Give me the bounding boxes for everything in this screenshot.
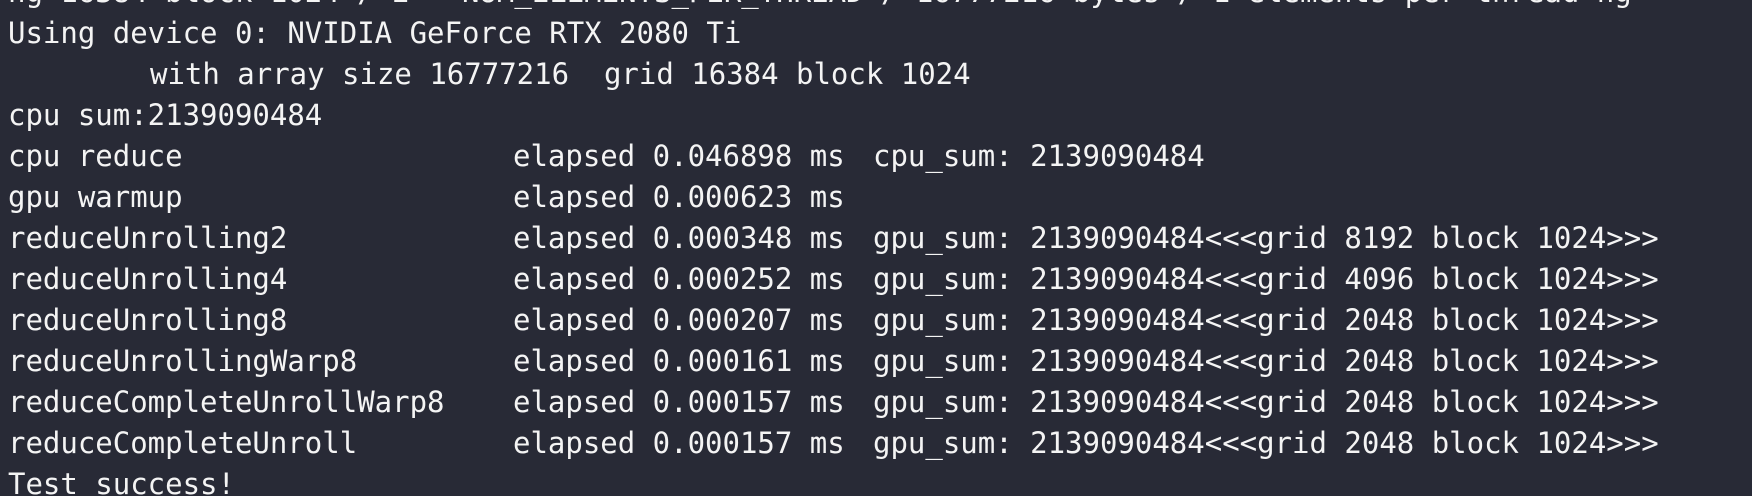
result-row-reduce-unrolling-2: reduceUnrolling2 elapsed 0.000348 ms gpu_s… bbox=[8, 218, 1659, 259]
result-row-reduce-unrolling-8: reduceUnrolling8 elapsed 0.000207 ms gpu_s… bbox=[8, 300, 1659, 341]
result-sum: gpu_sum: 2139090484<<<grid 2048 block 10… bbox=[873, 426, 1659, 460]
result-row-reduce-complete-unroll-warp-8: reduceCompleteUnrollWarp8 elapsed 0.00015… bbox=[8, 382, 1659, 423]
result-elapsed: elapsed 0.000157 ms bbox=[513, 385, 845, 419]
array-size-text: with array size 16777216 grid 16384 bloc… bbox=[150, 57, 971, 91]
result-name: gpu warmup bbox=[8, 180, 183, 214]
result-sum: gpu_sum: 2139090484<<<grid 2048 block 10… bbox=[873, 344, 1659, 378]
result-name: reduceUnrolling8 bbox=[8, 303, 288, 337]
result-name: reduceCompleteUnrollWarp8 bbox=[8, 385, 445, 419]
result-row-gpu-warmup: gpu warmup elapsed 0.000623 ms bbox=[8, 177, 1659, 218]
result-elapsed: elapsed 0.000157 ms bbox=[513, 426, 845, 460]
result-name: reduceUnrolling4 bbox=[8, 262, 288, 296]
result-elapsed: elapsed 0.000623 ms bbox=[513, 180, 845, 214]
test-success-line: Test success! bbox=[8, 467, 235, 496]
result-row-cpu-reduce: cpu reduce elapsed 0.046898 ms cpu_sum: 21… bbox=[8, 136, 1659, 177]
cpu-sum-line: cpu sum:2139090484 bbox=[8, 98, 323, 132]
result-name: reduceCompleteUnroll bbox=[8, 426, 358, 460]
result-elapsed: elapsed 0.000161 ms bbox=[513, 344, 845, 378]
result-sum: gpu_sum: 2139090484<<<grid 8192 block 10… bbox=[873, 221, 1659, 255]
result-name: reduceUnrolling2 bbox=[8, 221, 288, 255]
result-elapsed: elapsed 0.000252 ms bbox=[513, 262, 845, 296]
result-name: cpu reduce bbox=[8, 139, 183, 173]
cut-off-output-line: ng 16384 block 1024 / 2 * NUM_ELEMENTS_P… bbox=[8, 0, 1659, 13]
result-name: reduceUnrollingWarp8 bbox=[8, 344, 358, 378]
result-row-reduce-unrolling-warp-8: reduceUnrollingWarp8 elapsed 0.000161 ms g… bbox=[8, 341, 1659, 382]
array-size-line: with array size 16777216 grid 16384 bloc… bbox=[8, 54, 1659, 95]
result-elapsed: elapsed 0.046898 ms bbox=[513, 139, 845, 173]
result-sum: cpu_sum: 2139090484 bbox=[873, 139, 1205, 173]
result-row-reduce-unrolling-4: reduceUnrolling4 elapsed 0.000252 ms gpu_s… bbox=[8, 259, 1659, 300]
result-row-reduce-complete-unroll: reduceCompleteUnroll elapsed 0.000157 ms g… bbox=[8, 423, 1659, 464]
terminal-output: ng 16384 block 1024 / 2 * NUM_ELEMENTS_P… bbox=[8, 0, 1659, 496]
result-sum: gpu_sum: 2139090484<<<grid 2048 block 10… bbox=[873, 385, 1659, 419]
result-elapsed: elapsed 0.000207 ms bbox=[513, 303, 845, 337]
result-sum: gpu_sum: 2139090484<<<grid 4096 block 10… bbox=[873, 262, 1659, 296]
result-sum: gpu_sum: 2139090484<<<grid 2048 block 10… bbox=[873, 303, 1659, 337]
device-info-line: Using device 0: NVIDIA GeForce RTX 2080 … bbox=[8, 16, 742, 50]
terminal-window[interactable]: ng 16384 block 1024 / 2 * NUM_ELEMENTS_P… bbox=[0, 0, 1752, 496]
result-elapsed: elapsed 0.000348 ms bbox=[513, 221, 845, 255]
